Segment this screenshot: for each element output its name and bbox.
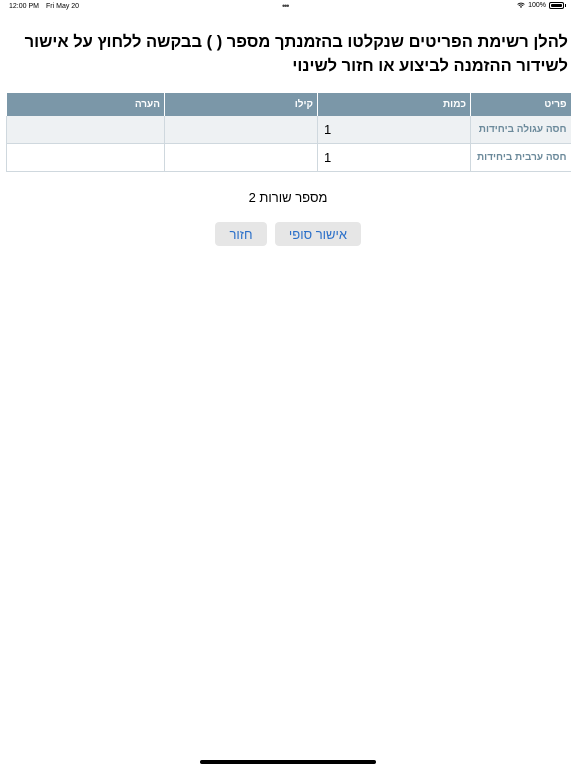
final-confirm-button[interactable]: אישור סופי (275, 222, 361, 246)
cell-quantity[interactable]: 1 (317, 116, 471, 144)
status-time: 12:00 PM (9, 3, 39, 10)
battery-icon (549, 2, 564, 9)
cell-kilo[interactable] (164, 143, 318, 172)
status-bar: 12:00 PM Fri May 20 ••• 100% (0, 0, 576, 14)
column-header-note[interactable]: הערה (6, 93, 165, 116)
action-buttons: אישור סופי חזור (0, 222, 576, 246)
cell-kilo[interactable] (164, 116, 318, 144)
row-count-label: מספר שורות 2 (248, 190, 328, 205)
status-right: 100% (517, 2, 566, 9)
page-title: להלן רשימת הפריטים שנקלטו בהזמנתך מספר (… (24, 33, 568, 75)
multitasking-dots-icon[interactable]: ••• (282, 1, 290, 11)
battery-tip (565, 4, 566, 7)
status-date: Fri May 20 (46, 3, 80, 10)
cell-item: חסה ערבית ביחידות (470, 143, 571, 172)
column-header-quantity[interactable]: כמות (317, 93, 471, 116)
items-table: פריט כמות קילו הערה חסה עגולה ביחידות 1 … (6, 93, 571, 172)
table-row[interactable]: חסה עגולה ביחידות 1 (6, 116, 571, 144)
cell-item: חסה עגולה ביחידות (470, 116, 571, 144)
battery-percent: 100% (528, 2, 546, 9)
back-button[interactable]: חזור (215, 222, 267, 246)
column-header-item[interactable]: פריט (470, 93, 571, 116)
column-header-kilo[interactable]: קילו (164, 93, 318, 116)
wifi-icon (517, 2, 525, 8)
table-row[interactable]: חסה ערבית ביחידות 1 (6, 143, 571, 172)
table-header-row: פריט כמות קילו הערה (6, 93, 571, 116)
home-indicator[interactable] (200, 760, 376, 764)
cell-note[interactable] (6, 143, 165, 172)
cell-note[interactable] (6, 116, 165, 144)
cell-quantity[interactable]: 1 (317, 143, 471, 172)
